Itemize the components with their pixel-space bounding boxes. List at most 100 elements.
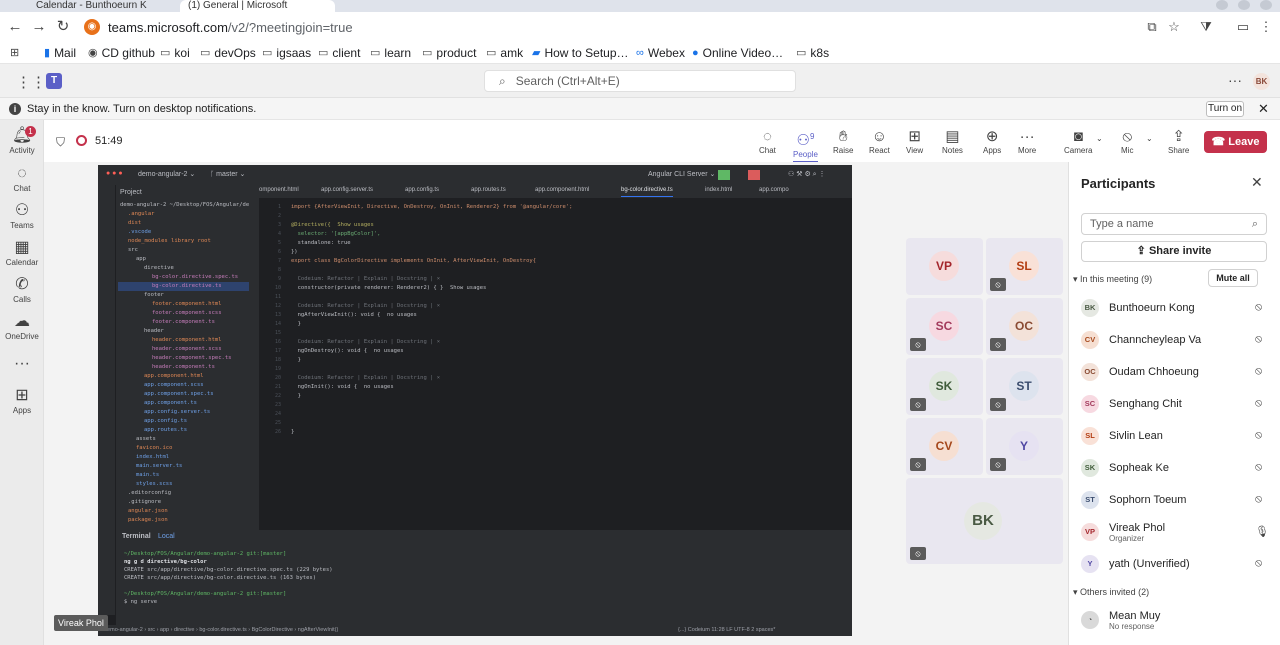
- apps-grid-icon[interactable]: ⊞: [10, 45, 19, 61]
- mic-off-icon[interactable]: ⦸: [1255, 557, 1262, 570]
- extensions-icon[interactable]: ⧩: [1198, 19, 1214, 35]
- tree-item[interactable]: demo-angular-2 ~/Desktop/FOS/Angular/de: [118, 201, 249, 210]
- rail-item-onedrive[interactable]: ☁ OneDrive: [0, 312, 44, 341]
- rail-item-calls[interactable]: ✆ Calls: [0, 275, 44, 304]
- video-tile[interactable]: CV ⦸: [906, 418, 983, 475]
- tree-item[interactable]: header.component.spec.ts: [118, 354, 249, 363]
- install-app-icon[interactable]: ⧉: [1144, 19, 1160, 35]
- raise-hand-button[interactable]: ✋︎ Raise: [833, 128, 853, 155]
- invited-row[interactable]: ◔ Mean Muy No response: [1081, 609, 1271, 631]
- tree-item[interactable]: index.html: [118, 453, 249, 462]
- back-icon[interactable]: ←: [6, 18, 24, 36]
- tree-item[interactable]: .editorconfig: [118, 489, 249, 498]
- video-tile[interactable]: SC ⦸: [906, 298, 983, 355]
- tree-item[interactable]: styles.scss: [118, 480, 249, 489]
- participant-search-input[interactable]: Type a name ⌕: [1081, 213, 1267, 235]
- camera-button[interactable]: ◙ Camera: [1064, 128, 1092, 155]
- tree-item[interactable]: header.component.scss: [118, 345, 249, 354]
- editor-tab[interactable]: omponent.html: [259, 187, 299, 193]
- notes-button[interactable]: ▤ Notes: [942, 128, 963, 155]
- bookmark-webex[interactable]: ∞ Webex: [636, 45, 685, 61]
- close-window-icon[interactable]: [1260, 0, 1272, 10]
- tree-item[interactable]: app: [118, 255, 249, 264]
- rail-item-more[interactable]: ···: [0, 354, 44, 374]
- bookmark-online-video[interactable]: ● Online Video…: [692, 45, 783, 61]
- tree-item[interactable]: app.config.server.ts: [118, 408, 249, 417]
- participant-row[interactable]: VP Vireak Phol Organizer 🎙︎: [1081, 521, 1271, 543]
- tree-item[interactable]: .vscode: [118, 228, 249, 237]
- mic-button[interactable]: ⦸ Mic: [1121, 128, 1133, 155]
- participant-row[interactable]: SC Senghang Chit ⦸: [1081, 393, 1271, 415]
- tree-item[interactable]: app.component.spec.ts: [118, 390, 249, 399]
- run-icon[interactable]: [718, 170, 730, 180]
- people-button[interactable]: ⚇9 People: [793, 128, 818, 163]
- tree-item[interactable]: app.config.ts: [118, 417, 249, 426]
- editor-tab[interactable]: index.html: [705, 187, 732, 193]
- apps-button[interactable]: ⊕ Apps: [983, 128, 1001, 155]
- participant-row[interactable]: OC Oudam Chhoeung ⦸: [1081, 361, 1271, 383]
- video-tile[interactable]: ST ⦸: [986, 358, 1063, 415]
- tree-item[interactable]: app.routes.ts: [118, 426, 249, 435]
- forward-icon[interactable]: →: [30, 18, 48, 36]
- search-input[interactable]: ⌕ Search (Ctrl+Alt+E): [484, 70, 796, 92]
- participant-row[interactable]: SL Sivlin Lean ⦸: [1081, 425, 1271, 447]
- video-tile[interactable]: SL ⦸: [986, 238, 1063, 295]
- tree-item[interactable]: package.json: [118, 516, 249, 525]
- settings-more-icon[interactable]: ···: [1228, 72, 1242, 88]
- participant-row[interactable]: ST Sophorn Toeum ⦸: [1081, 489, 1271, 511]
- mute-all-button[interactable]: Mute all: [1208, 269, 1258, 287]
- browser-tab-calendar[interactable]: Calendar - Bunthoeurn K: [28, 0, 178, 12]
- tree-item[interactable]: footer.component.html: [118, 300, 249, 309]
- mic-off-icon[interactable]: ⦸: [1255, 397, 1262, 410]
- run-config-selector[interactable]: Angular CLI Server ⌄: [648, 170, 715, 178]
- participant-row[interactable]: SK Sopheak Ke ⦸: [1081, 457, 1271, 479]
- tree-item[interactable]: assets: [118, 435, 249, 444]
- participant-row[interactable]: Yyath (Unverified) ⦸: [1081, 553, 1271, 575]
- mic-on-icon[interactable]: 🎙︎: [1255, 525, 1269, 538]
- mic-options-chevron-icon[interactable]: ⌄: [1146, 134, 1153, 143]
- editor-tab[interactable]: app.compo: [759, 187, 789, 193]
- reload-icon[interactable]: ↻: [54, 18, 72, 36]
- tree-item[interactable]: src: [118, 246, 249, 255]
- share-invite-button[interactable]: ⇪ Share invite: [1081, 241, 1267, 262]
- code-editor[interactable]: 1 2 3 4 5 6 7 8 9 10 11 12 13 14 15 16 1…: [259, 199, 852, 530]
- tree-item[interactable]: .gitignore: [118, 498, 249, 507]
- rail-item-teams[interactable]: ⚇ Teams: [0, 201, 44, 230]
- bookmark-learn[interactable]: ▭ learn: [370, 45, 411, 61]
- tree-item[interactable]: bg-color.directive.spec.ts: [118, 273, 249, 282]
- in-meeting-section[interactable]: ▾ In this meeting (9): [1073, 274, 1152, 285]
- minimize-icon[interactable]: [1216, 0, 1228, 10]
- tree-item[interactable]: directive: [118, 264, 249, 273]
- turn-on-button[interactable]: Turn on: [1206, 101, 1244, 117]
- tree-item[interactable]: main.server.ts: [118, 462, 249, 471]
- bookmark-devops[interactable]: ▭ devOps: [200, 45, 256, 61]
- tree-item[interactable]: footer.component.ts: [118, 318, 249, 327]
- video-tile[interactable]: BK ⦸: [906, 478, 1063, 564]
- editor-tab-active[interactable]: bg-color.directive.ts: [621, 187, 673, 197]
- mic-off-icon[interactable]: ⦸: [1255, 301, 1262, 314]
- bookmark-how-to-setup[interactable]: ▰ How to Setup…: [532, 45, 629, 61]
- video-tile[interactable]: VP: [906, 238, 983, 295]
- mic-off-icon[interactable]: ⦸: [1255, 429, 1262, 442]
- bookmark-amk[interactable]: ▭ amk: [486, 45, 523, 61]
- tree-item[interactable]: main.ts: [118, 471, 249, 480]
- tree-item[interactable]: footer: [118, 291, 249, 300]
- react-button[interactable]: ☺ React: [869, 128, 890, 155]
- bookmark-k8s[interactable]: ▭ k8s: [796, 45, 829, 61]
- tree-item[interactable]: header.component.ts: [118, 363, 249, 372]
- chat-button[interactable]: ◌ Chat: [759, 128, 776, 155]
- close-icon[interactable]: ✕: [1258, 101, 1269, 117]
- mic-off-icon[interactable]: ⦸: [1255, 365, 1262, 378]
- maximize-icon[interactable]: [1238, 0, 1250, 10]
- tree-item[interactable]: favicon.ico: [118, 444, 249, 453]
- tree-item[interactable]: dist: [118, 219, 249, 228]
- video-tile[interactable]: SK ⦸: [906, 358, 983, 415]
- tree-item[interactable]: header.component.html: [118, 336, 249, 345]
- tree-item[interactable]: .angular: [118, 210, 249, 219]
- more-button[interactable]: ··· More: [1018, 128, 1036, 155]
- terminal-tab-local[interactable]: Local: [158, 533, 175, 540]
- editor-tab[interactable]: app.config.ts: [405, 187, 439, 193]
- avatar[interactable]: BK: [1253, 73, 1270, 90]
- tree-item[interactable]: header: [118, 327, 249, 336]
- leave-button[interactable]: ☎ Leave: [1204, 131, 1267, 153]
